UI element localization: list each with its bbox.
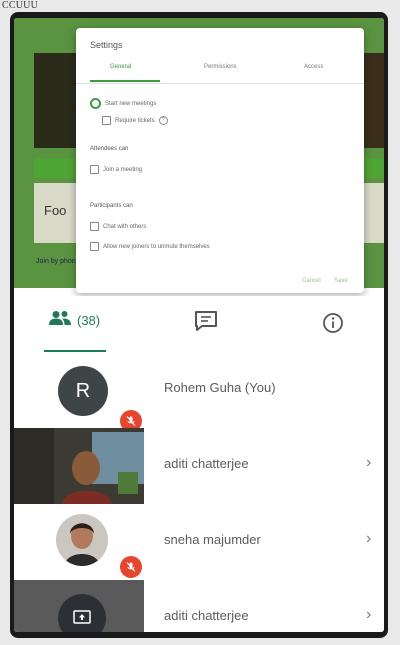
people-count: (38) bbox=[77, 313, 101, 328]
people-icon bbox=[48, 310, 72, 331]
option-label: Require tickets bbox=[115, 117, 155, 124]
option-label: Join a meeting bbox=[103, 166, 143, 173]
page-fragment-text: CCUUU bbox=[2, 0, 39, 11]
chevron-right-icon[interactable]: › bbox=[366, 530, 371, 548]
option-chat[interactable]: Chat with others bbox=[90, 222, 146, 231]
settings-dialog: Settings General Permissions Access Star… bbox=[76, 28, 364, 293]
tab-permissions[interactable]: Permissions bbox=[204, 64, 237, 70]
participant-row[interactable]: aditi chatterjee › bbox=[14, 580, 384, 632]
participant-name: aditi chatterjee bbox=[164, 456, 249, 471]
dialog-title: Settings bbox=[90, 40, 123, 50]
option-label: Allow new joiners to unmute themselves bbox=[103, 243, 210, 250]
tab-access[interactable]: Access bbox=[304, 64, 323, 70]
chat-icon[interactable] bbox=[194, 310, 218, 337]
option-start-meetings[interactable]: Start new meetings bbox=[90, 98, 156, 109]
mic-off-icon bbox=[120, 556, 142, 578]
checkbox-icon bbox=[90, 165, 99, 174]
participant-name: Rohem Guha (You) bbox=[164, 380, 276, 395]
chevron-right-icon[interactable]: › bbox=[366, 606, 371, 624]
tab-underline bbox=[90, 80, 160, 82]
avatar bbox=[56, 514, 108, 566]
participant-row[interactable]: sneha majumder › bbox=[14, 504, 384, 580]
option-unmute[interactable]: Allow new joiners to unmute themselves bbox=[90, 242, 210, 251]
help-icon[interactable]: ? bbox=[158, 116, 168, 125]
stage-card-text: Foo bbox=[44, 203, 67, 218]
app-screen: Foo Join by phone Settings General Permi… bbox=[14, 18, 384, 632]
participant-share-thumbnail bbox=[14, 580, 144, 632]
people-tab[interactable]: (38) bbox=[48, 310, 100, 331]
participant-row[interactable]: R Rohem Guha (You) bbox=[14, 352, 384, 432]
avatar: R bbox=[58, 366, 108, 416]
stage-sub-text: Join by phone bbox=[36, 258, 80, 265]
participant-video bbox=[14, 428, 144, 504]
participant-row[interactable]: aditi chatterjee › bbox=[14, 428, 384, 504]
present-screen-icon bbox=[58, 594, 106, 632]
tab-general[interactable]: General bbox=[110, 64, 131, 70]
panel-tabs: (38) bbox=[14, 296, 384, 353]
participant-name: sneha majumder bbox=[164, 532, 261, 547]
radio-icon bbox=[90, 98, 101, 109]
info-icon[interactable] bbox=[322, 312, 344, 339]
checkbox-icon bbox=[102, 116, 111, 125]
tabs-divider bbox=[76, 83, 364, 84]
section-attendees: Attendees can bbox=[90, 146, 129, 152]
section-participants: Participants can bbox=[90, 203, 133, 209]
cancel-button[interactable]: Cancel bbox=[302, 278, 321, 284]
chevron-right-icon[interactable]: › bbox=[366, 454, 371, 472]
checkbox-icon bbox=[90, 222, 99, 231]
option-join-meeting[interactable]: Join a meeting bbox=[90, 165, 142, 174]
participant-name: aditi chatterjee bbox=[164, 608, 249, 623]
option-label: Chat with others bbox=[103, 223, 147, 230]
checkbox-icon bbox=[90, 242, 99, 251]
option-label: Start new meetings bbox=[105, 100, 157, 107]
save-button[interactable]: Save bbox=[334, 278, 348, 284]
option-require-tickets[interactable]: Require tickets ? bbox=[102, 116, 168, 125]
